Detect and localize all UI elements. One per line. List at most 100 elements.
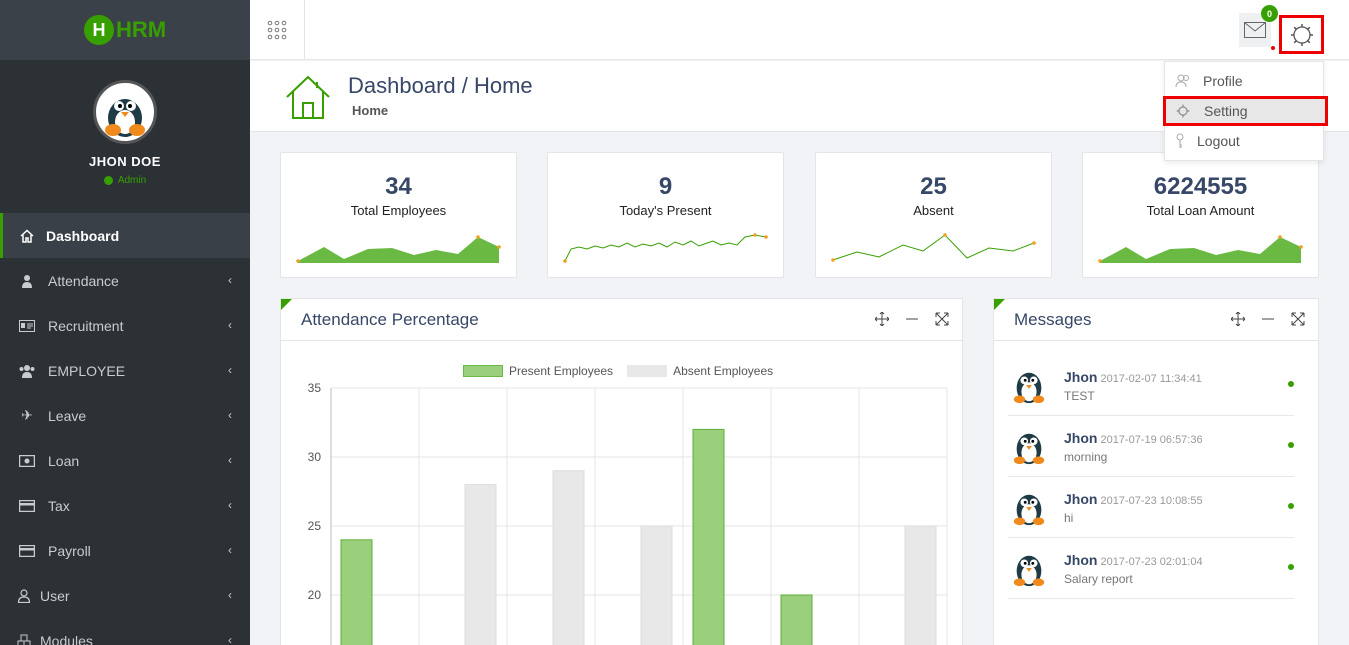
dropdown-item-label: Logout [1197, 133, 1240, 149]
sender-name: Jhon [1064, 430, 1098, 446]
stat-value: 6224555 [1153, 173, 1248, 200]
dropdown-item-label: Setting [1204, 103, 1248, 119]
message-time: 2017-07-19 06:57:36 [1100, 434, 1203, 446]
sidebar-item-label: Payroll [48, 542, 91, 559]
chevron-left-icon: ‹ [228, 633, 232, 645]
expand-icon[interactable] [934, 311, 950, 327]
bar-absent-employees [904, 525, 937, 645]
logo-text: HRM [115, 17, 167, 42]
user-icon [16, 274, 38, 288]
message-item[interactable]: Jhon 2017-07-23 02:01:04 Salary report [1008, 538, 1294, 599]
minimize-icon[interactable] [1260, 311, 1276, 327]
messages-count-badge: 0 [1261, 5, 1278, 22]
sidebar-item-payroll[interactable]: Payroll ‹ [0, 528, 250, 573]
card-icon [16, 499, 38, 512]
sidebar-item-employee[interactable]: EMPLOYEE ‹ [0, 348, 250, 393]
message-item[interactable]: Jhon 2017-07-23 10:08:55 hi [1008, 477, 1294, 538]
bar-present-employees [692, 428, 725, 645]
minimize-icon[interactable] [904, 311, 920, 327]
chevron-left-icon: ‹ [228, 363, 232, 377]
breadcrumb[interactable]: Home [352, 103, 388, 118]
sidebar-item-leave[interactable]: ✈ Leave ‹ [0, 393, 250, 438]
gear-icon [1290, 23, 1313, 46]
online-status-dot [103, 176, 113, 185]
apps-grid-button[interactable] [250, 0, 305, 60]
stat-card-total-loan-amount: 6224555 Total Loan Amount [1082, 152, 1319, 278]
sparkline-area [1098, 235, 1303, 263]
bar-present-employees [340, 539, 373, 645]
avatar [1013, 555, 1045, 587]
message-text: morning [1064, 450, 1108, 464]
sidebar-item-recruitment[interactable]: Recruitment ‹ [0, 303, 250, 348]
user-outline-icon [16, 588, 32, 603]
logo-letter: H [83, 15, 114, 45]
stat-card-todays-present: 9 Today's Present [547, 152, 784, 278]
sender-name: Jhon [1064, 491, 1098, 507]
expand-icon[interactable] [1290, 311, 1306, 327]
message-time: 2017-02-07 11:34:41 [1100, 373, 1202, 385]
envelope-icon [1244, 22, 1266, 38]
chevron-left-icon: ‹ [228, 498, 232, 512]
sidebar-item-modules[interactable]: Modules ‹ [0, 618, 250, 645]
home-outline-icon [284, 73, 332, 126]
money-icon [16, 454, 38, 467]
stat-value: 9 [658, 173, 673, 200]
home-icon [16, 228, 38, 243]
user-role: Admin [103, 175, 147, 186]
move-icon[interactable] [874, 311, 890, 327]
stat-card-total-employees: 34 Total Employees [280, 152, 517, 278]
sidebar-item-label: EMPLOYEE [48, 362, 126, 379]
bar-present-employees [780, 594, 813, 645]
message-text: TEST [1064, 389, 1095, 403]
message-time: 2017-07-23 10:08:55 [1100, 495, 1203, 507]
sparkline-line [831, 233, 1036, 262]
dropdown-item-setting[interactable]: Setting [1163, 96, 1328, 126]
user-name: JHON DOE [89, 154, 161, 169]
sidebar-item-dashboard[interactable]: Dashboard [0, 213, 250, 258]
attendance-bar-chart: 35 30 25 20 [308, 381, 948, 645]
chevron-left-icon: ‹ [228, 318, 232, 332]
chart-legend: Present Employees Absent Employees [463, 364, 773, 378]
panel-title: Attendance Percentage [301, 309, 479, 329]
chevron-left-icon: ‹ [228, 453, 232, 467]
bar-absent-employees [464, 484, 497, 645]
legend-swatch-absent [627, 365, 668, 377]
online-status-dot [1288, 381, 1294, 387]
avatar [1013, 494, 1045, 526]
legend-label-present: Present Employees [509, 364, 614, 378]
message-sender: Jhon 2017-07-19 06:57:36 [1064, 430, 1203, 446]
message-text: hi [1064, 511, 1074, 525]
sidebar-menu: Dashboard Attendance ‹ Recruitment ‹ EMP… [0, 213, 250, 645]
attendance-panel: Attendance Percentage Present Employees … [280, 298, 963, 645]
card-icon [16, 544, 38, 557]
sidebar-item-loan[interactable]: Loan ‹ [0, 438, 250, 483]
sidebar-item-label: Modules [40, 632, 93, 645]
panel-header: Attendance Percentage [281, 299, 962, 341]
dropdown-item-profile[interactable]: Profile [1165, 66, 1325, 96]
move-icon[interactable] [1230, 311, 1246, 327]
panel-tools [874, 311, 950, 327]
cubes-icon [16, 634, 32, 645]
user-role-label: Admin [117, 175, 147, 186]
message-time: 2017-07-23 02:01:04 [1100, 556, 1203, 568]
stat-label: Total Loan Amount [1146, 203, 1255, 218]
message-item[interactable]: Jhon 2017-07-19 06:57:36 morning [1008, 416, 1294, 477]
sparkline-area [296, 235, 501, 263]
chevron-left-icon: ‹ [228, 588, 232, 602]
sidebar-item-attendance[interactable]: Attendance ‹ [0, 258, 250, 303]
users-icon [16, 364, 38, 378]
brand-logo[interactable]: H HRM [83, 15, 167, 45]
panel-tools [1230, 311, 1306, 327]
bar-absent-employees [640, 525, 673, 645]
sidebar-item-label: Attendance [48, 272, 119, 289]
message-item[interactable]: Jhon 2017-02-07 11:34:41 TEST [1008, 355, 1294, 416]
settings-button[interactable] [1279, 15, 1324, 54]
legend-label-absent: Absent Employees [673, 364, 774, 378]
sidebar-item-user[interactable]: User ‹ [0, 573, 250, 618]
chevron-left-icon: ‹ [228, 273, 232, 287]
y-tick-label: 35 [308, 381, 322, 395]
avatar [93, 80, 157, 144]
dropdown-item-logout[interactable]: Logout [1165, 126, 1325, 156]
sidebar-item-tax[interactable]: Tax ‹ [0, 483, 250, 528]
stat-label: Today's Present [619, 203, 712, 218]
